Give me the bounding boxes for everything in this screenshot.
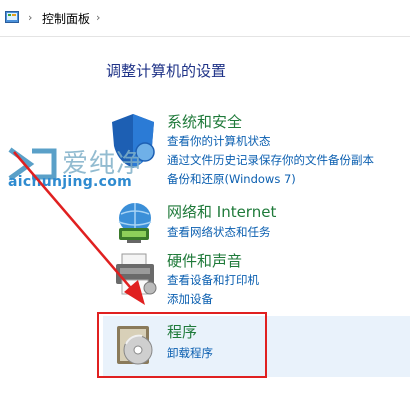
annotation-arrow	[13, 151, 145, 305]
